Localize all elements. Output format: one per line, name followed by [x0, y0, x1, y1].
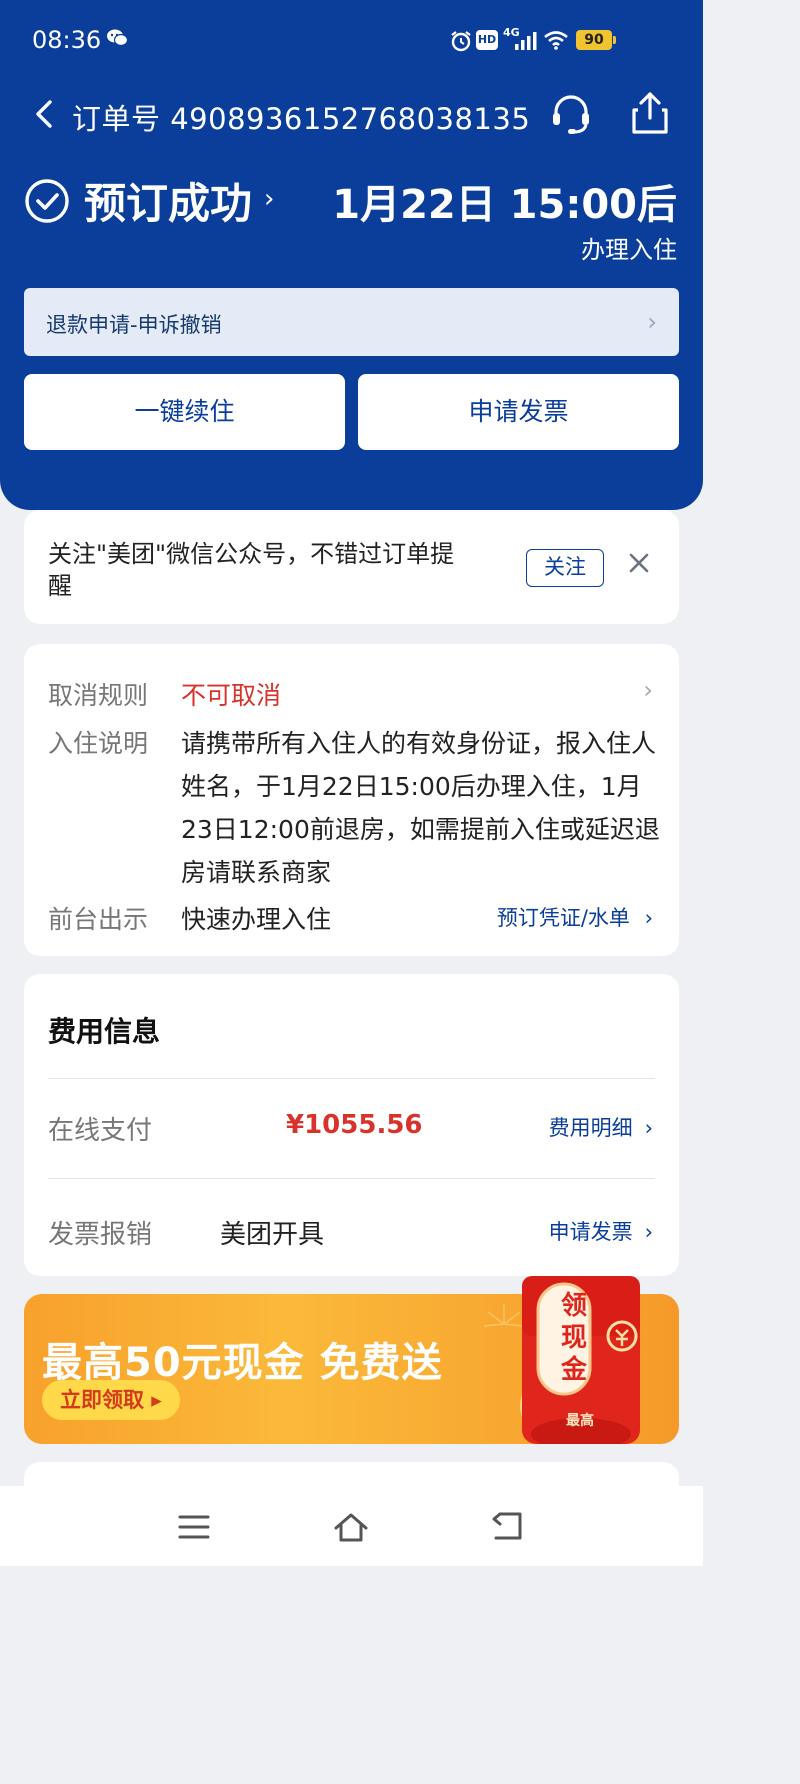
checkin-label: 办理入住 — [581, 236, 677, 264]
check-circle-icon — [25, 178, 69, 223]
wifi-icon — [544, 31, 568, 50]
front-desk-value: 快速办理入住 — [181, 905, 332, 934]
request-invoice-button[interactable]: 申请发票 — [358, 374, 679, 450]
fee-details-link[interactable]: 费用明细 › — [549, 1112, 653, 1142]
customer-service-icon[interactable] — [548, 92, 594, 138]
apply-invoice-label: 申请发票 — [548, 1220, 633, 1244]
refund-appeal-bar[interactable]: 退款申请-申诉撤销 › — [24, 288, 679, 356]
red-packet-label: 领现金 — [560, 1291, 587, 1385]
hd-icon: HD — [476, 30, 498, 50]
chevron-right-icon: › — [644, 1220, 653, 1244]
booking-rules-card: 取消规则 不可取消 › 入住说明 请携带所有入住人的有效身份证，报入住人姓名，于… — [24, 644, 679, 956]
voucher-link-label: 预订凭证/水单 — [496, 906, 630, 930]
fee-info-card: 费用信息 在线支付 ¥1055.56 费用明细 › 发票报销 美团开具 申请发票 › — [24, 974, 679, 1276]
wechat-notification-icon — [107, 29, 128, 47]
voucher-link[interactable]: 预订凭证/水单 › — [497, 902, 653, 932]
apply-invoice-link[interactable]: 申请发票 › — [549, 1216, 653, 1246]
chevron-right-icon[interactable]: › — [643, 676, 653, 704]
chevron-right-icon: › — [644, 906, 653, 930]
back-icon[interactable] — [490, 1510, 524, 1542]
home-icon[interactable] — [332, 1510, 370, 1544]
cancel-rule-value[interactable]: 不可取消 — [181, 676, 281, 712]
cellular-signal-icon: 4G — [503, 26, 537, 52]
online-payment-amount: ¥1055.56 — [286, 1110, 423, 1140]
checkin-note-text: 请携带所有入住人的有效身份证，报入住人姓名，于1月22日15:00后办理入住，1… — [181, 729, 660, 887]
cancel-rule-label: 取消规则 — [48, 681, 149, 710]
close-icon[interactable] — [628, 552, 650, 574]
chevron-right-icon: › — [647, 308, 657, 336]
checkin-date: 1月22日 15:00后 — [332, 182, 677, 228]
divider — [48, 1178, 655, 1179]
divider — [48, 1078, 655, 1079]
booking-status[interactable]: 预订成功 › — [24, 170, 274, 231]
fee-details-label: 费用明细 — [548, 1116, 633, 1140]
menu-icon[interactable] — [178, 1514, 210, 1540]
follow-button[interactable]: 关注 — [526, 549, 604, 587]
battery-indicator: 90 — [576, 30, 616, 50]
chevron-right-icon: › — [644, 1116, 653, 1140]
invoice-reimburse-label: 发票报销 — [48, 1220, 153, 1250]
back-arrow-icon[interactable] — [30, 94, 60, 134]
alarm-icon — [451, 31, 471, 52]
system-nav-bar — [0, 1486, 703, 1566]
checkin-note-label: 入住说明 — [48, 729, 149, 758]
red-packet-sub: 最高 — [566, 1413, 594, 1429]
status-title: 预订成功 — [84, 179, 253, 228]
refund-appeal-label: 退款申请-申诉撤销 — [46, 313, 222, 337]
status-time: 08:36 — [32, 26, 102, 54]
claim-now-button[interactable]: 立即领取 ▸ — [42, 1380, 180, 1420]
online-payment-label: 在线支付 — [48, 1116, 153, 1146]
extend-stay-button[interactable]: 一键续住 — [24, 374, 345, 450]
follow-prompt-text: 关注"美团"微信公众号，不错过订单提醒 — [48, 540, 455, 600]
order-number: 订单号 4908936152768038135 — [72, 102, 531, 136]
chevron-right-icon: › — [264, 183, 275, 214]
status-bar: 08:36 HD 4G 90 — [0, 0, 703, 84]
front-desk-label: 前台出示 — [48, 905, 149, 934]
share-icon[interactable] — [630, 90, 670, 136]
fee-section-title: 费用信息 — [48, 1015, 161, 1048]
invoice-issuer: 美团开具 — [220, 1220, 325, 1250]
follow-wechat-card: 关注"美团"微信公众号，不错过订单提醒 关注 — [24, 510, 679, 624]
